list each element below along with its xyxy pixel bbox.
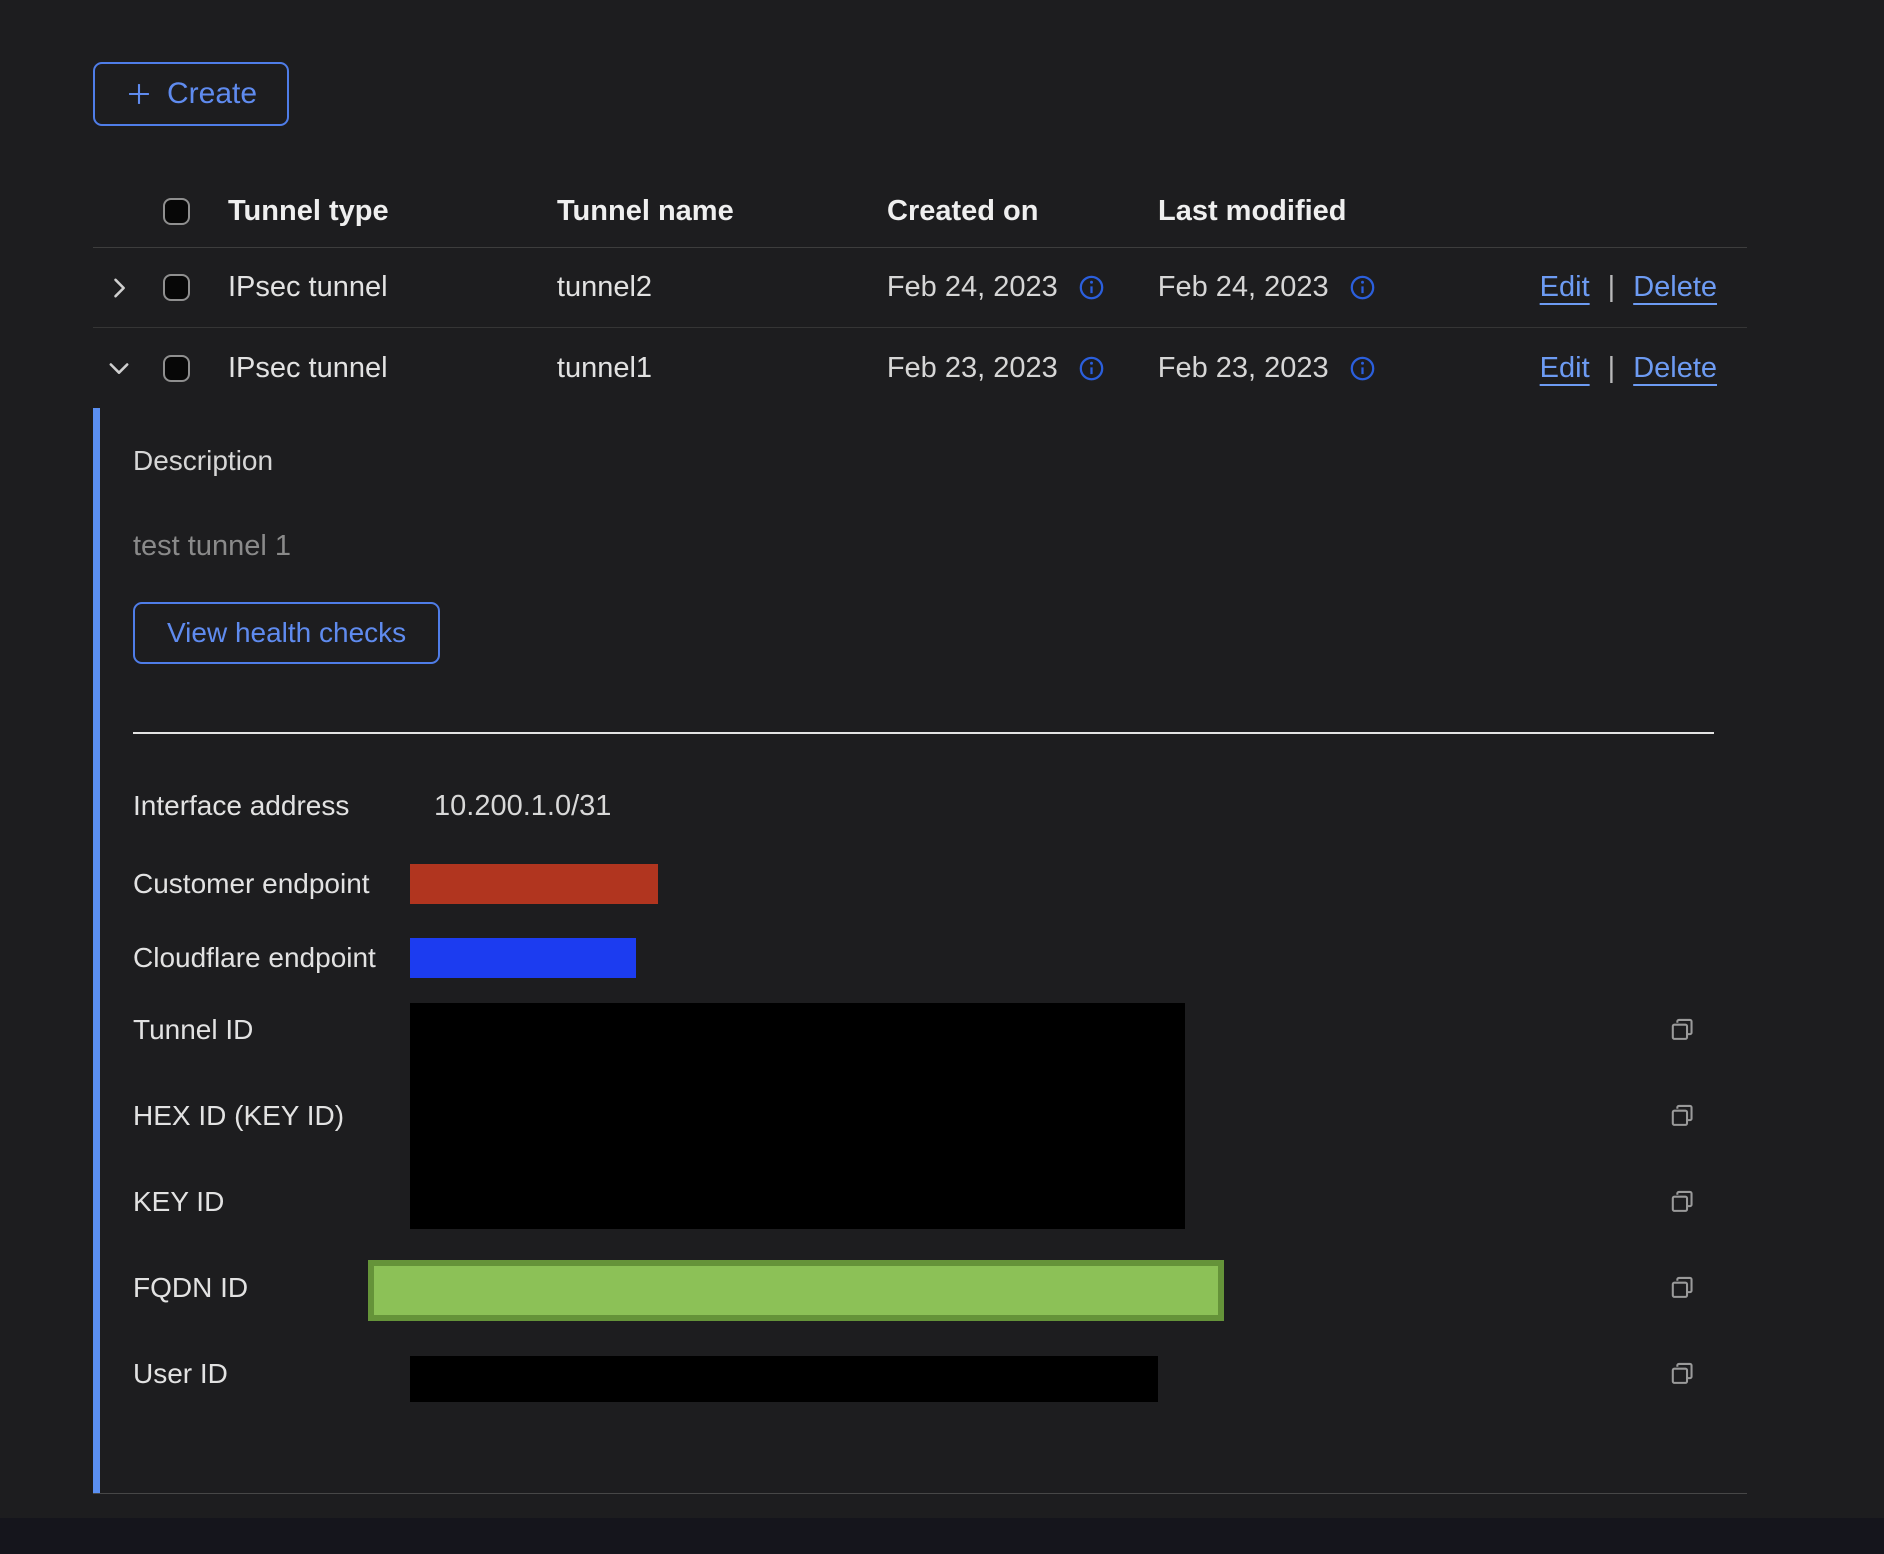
created-on-cell: Feb 24, 2023 [887,271,1058,304]
table-bottom-divider [93,1493,1747,1494]
interface-address-value: 10.200.1.0/31 [434,790,611,823]
copy-icon [1667,1015,1698,1046]
cloudflare-endpoint-row: Cloudflare endpoint [133,938,1747,978]
redacted-tunnel-hex-key-id-values [410,1003,1185,1229]
chevron-right-icon [105,274,133,302]
select-all-checkbox[interactable] [163,198,190,225]
row-checkbox[interactable] [163,274,190,301]
info-icon [1349,355,1376,382]
tunnel-name-cell: tunnel1 [557,352,887,385]
collapse-row-button[interactable] [101,350,137,386]
table-header-row: Tunnel type Tunnel name Created on Last … [93,176,1747,248]
interface-address-row: Interface address 10.200.1.0/31 [133,786,1747,826]
last-modified-cell: Feb 24, 2023 [1158,271,1329,304]
redacted-fqdn-id-value [368,1260,1224,1321]
header-last-modified: Last modified [1158,195,1540,228]
info-icon [1078,274,1105,301]
edit-link[interactable]: Edit [1540,352,1590,385]
plus-icon [125,80,153,108]
tunnel-ids-section: Tunnel ID HEX ID (KEY ID) KEY ID [133,987,1747,1417]
action-separator: | [1608,352,1616,385]
chevron-down-icon [105,354,133,382]
last-modified-cell: Feb 23, 2023 [1158,352,1329,385]
delete-link[interactable]: Delete [1633,271,1717,304]
copy-fqdn-id-button[interactable] [1663,1269,1702,1308]
page-content: Create Tunnel type Tunnel name Created o… [93,0,1747,1494]
copy-tunnel-id-button[interactable] [1663,1011,1702,1050]
info-icon [1078,355,1105,382]
description-label: Description [133,444,1747,478]
table-row-tunnel1: IPsec tunnel tunnel1 Feb 23, 2023 Feb 23… [93,328,1747,408]
tunnel-type-cell: IPsec tunnel [215,271,557,304]
cloudflare-endpoint-label: Cloudflare endpoint [133,942,410,974]
info-icon [1349,274,1376,301]
last-modified-info-button[interactable] [1349,274,1376,301]
user-id-label: User ID [133,1358,410,1390]
tunnel-type-cell: IPsec tunnel [215,352,557,385]
redacted-user-id-value [410,1356,1158,1402]
action-separator: | [1608,271,1616,304]
description-value: test tunnel 1 [133,528,1747,564]
delete-link[interactable]: Delete [1633,352,1717,385]
header-tunnel-type: Tunnel type [215,195,557,228]
redacted-cloudflare-endpoint-value [410,938,636,978]
edit-link[interactable]: Edit [1540,271,1590,304]
interface-address-label: Interface address [133,790,410,822]
tunnel-name-cell: tunnel2 [557,271,887,304]
key-id-label: KEY ID [133,1186,410,1218]
created-on-cell: Feb 23, 2023 [887,352,1058,385]
hex-id-label: HEX ID (KEY ID) [133,1100,410,1132]
header-tunnel-name: Tunnel name [557,195,887,228]
last-modified-info-button[interactable] [1349,355,1376,382]
table-row-tunnel2: IPsec tunnel tunnel2 Feb 24, 2023 Feb 24… [93,248,1747,328]
created-on-info-button[interactable] [1078,274,1105,301]
bottom-bar [0,1518,1884,1554]
copy-icon [1667,1359,1698,1390]
copy-icon [1667,1273,1698,1304]
copy-icon [1667,1187,1698,1218]
copy-key-id-button[interactable] [1663,1183,1702,1222]
copy-user-id-button[interactable] [1663,1355,1702,1394]
view-health-checks-button[interactable]: View health checks [133,602,440,664]
tunnel-id-label: Tunnel ID [133,1014,410,1046]
copy-hex-id-button[interactable] [1663,1097,1702,1136]
ipsec-tunnels-page: Create Tunnel type Tunnel name Created o… [0,0,1884,1554]
tunnel-details-panel: Description test tunnel 1 View health ch… [93,408,1747,1493]
created-on-info-button[interactable] [1078,355,1105,382]
create-button[interactable]: Create [93,62,289,126]
create-button-label: Create [167,77,257,111]
section-divider [133,732,1714,734]
customer-endpoint-label: Customer endpoint [133,868,410,900]
row-checkbox[interactable] [163,355,190,382]
copy-icon [1667,1101,1698,1132]
customer-endpoint-row: Customer endpoint [133,864,1747,904]
header-created-on: Created on [887,195,1158,228]
expand-row-button[interactable] [101,270,137,306]
redacted-customer-endpoint-value [410,864,658,904]
